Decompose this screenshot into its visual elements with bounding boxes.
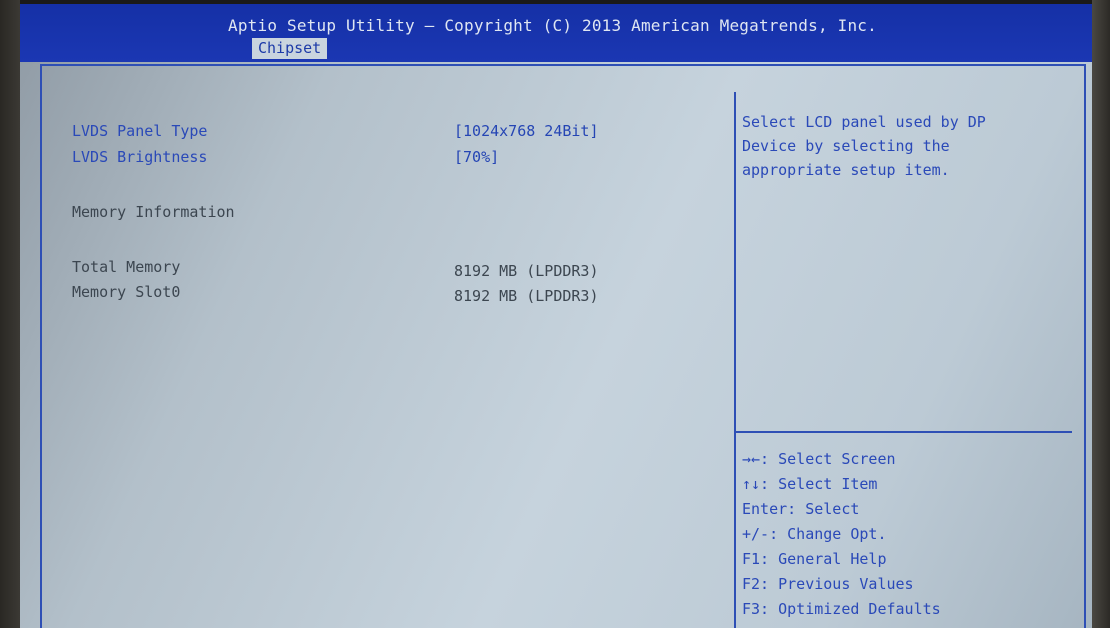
help-panel: Select LCD panel used by DP Device by se… [742, 110, 1062, 182]
app-title: Aptio Setup Utility – Copyright (C) 2013… [228, 16, 877, 35]
panel-divider-horizontal [736, 431, 1072, 433]
help-line: appropriate setup item. [742, 161, 950, 179]
key-previous-values: F2: Previous Values [742, 575, 914, 593]
setting-lvds-panel-type-label[interactable]: LVDS Panel Type [72, 122, 207, 140]
help-line: Select LCD panel used by DP [742, 113, 986, 131]
total-memory-value: 8192 MB (LPDDR3) [454, 262, 599, 280]
key-select-screen: →←: Select Screen [742, 450, 896, 468]
title-bar: Aptio Setup Utility – Copyright (C) 2013… [20, 4, 1092, 62]
monitor-bezel-right [1092, 0, 1110, 628]
setting-lvds-brightness-label[interactable]: LVDS Brightness [72, 148, 207, 166]
key-general-help: F1: General Help [742, 550, 887, 568]
setting-lvds-brightness-value[interactable]: [70%] [454, 148, 499, 166]
key-optimized-defaults: F3: Optimized Defaults [742, 600, 941, 618]
panel-divider-vertical [734, 92, 736, 628]
setting-lvds-panel-type-value[interactable]: [1024x768 24Bit] [454, 122, 599, 140]
key-enter-select: Enter: Select [742, 500, 860, 518]
memory-slot0-label: Memory Slot0 [72, 283, 181, 301]
memory-slot0-value: 8192 MB (LPDDR3) [454, 287, 599, 305]
key-select-item: ↑↓: Select Item [742, 475, 878, 493]
key-legend: →←: Select Screen ↑↓: Select Item Enter:… [742, 447, 941, 622]
bios-screen: Aptio Setup Utility – Copyright (C) 2013… [20, 4, 1092, 628]
help-line: Device by selecting the [742, 137, 950, 155]
tab-chipset[interactable]: Chipset [252, 38, 328, 59]
monitor-bezel-left [0, 0, 20, 628]
total-memory-label: Total Memory [72, 258, 181, 276]
memory-section-title: Memory Information [72, 203, 235, 221]
key-change-opt: +/-: Change Opt. [742, 525, 887, 543]
